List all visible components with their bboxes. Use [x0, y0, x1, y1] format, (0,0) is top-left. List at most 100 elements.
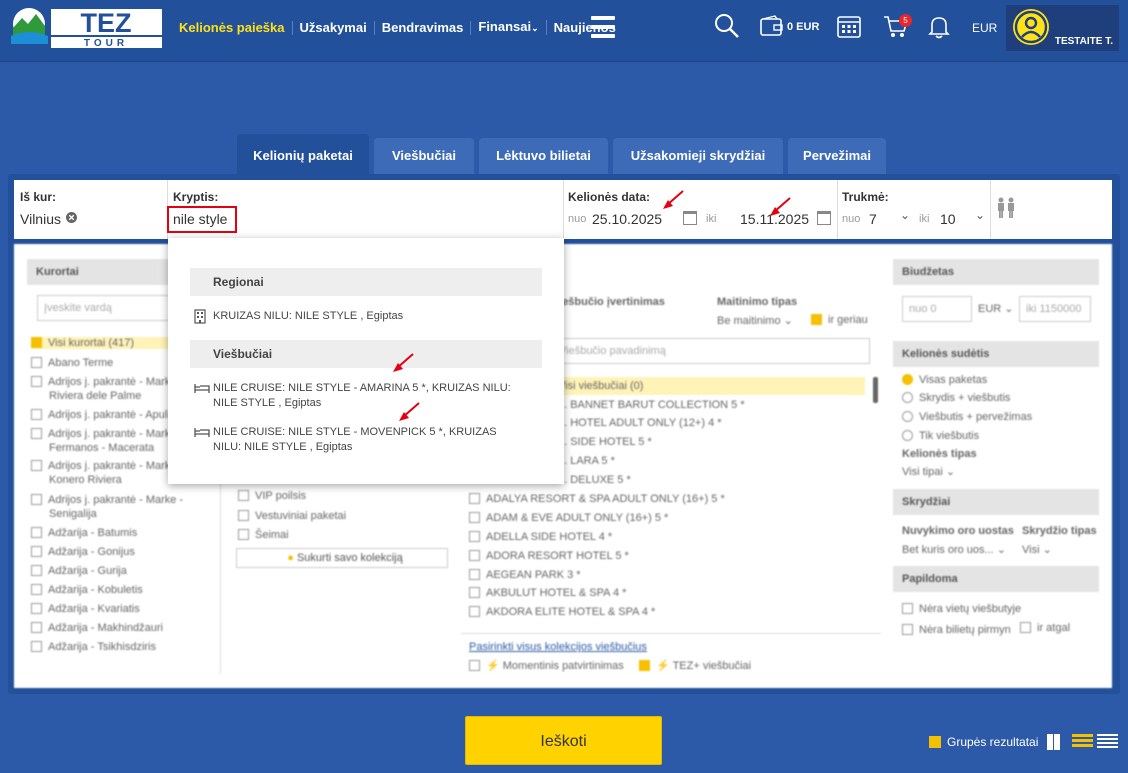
no-tickets-checkbox[interactable]: Nėra bilietų pirmyn	[902, 624, 1011, 636]
nav-item-communication[interactable]: Bendravimas	[375, 20, 472, 35]
tez-tour-logo[interactable]: TEZ TOUR	[8, 6, 162, 50]
tab-charter-flights[interactable]: Užsakomieji skrydžiai	[613, 138, 783, 174]
list-item[interactable]: AKBULUT HOTEL & SPA 4 *	[469, 587, 626, 599]
radio-hotel-transfer[interactable]: Viešbutis + pervežimas	[902, 411, 1032, 423]
wallet-icon[interactable]	[760, 15, 784, 37]
nav-item-finance[interactable]: Finansai⌄	[471, 20, 547, 35]
list-item[interactable]: Visi viešbučiai (0)	[558, 380, 643, 392]
from-value[interactable]: Vilnius	[20, 211, 61, 227]
list-item[interactable]: Adžarija - Tsikhisdziris	[31, 641, 156, 653]
list-item[interactable]: Vestuviniai paketai	[238, 510, 346, 522]
search-button[interactable]: Ieškoti	[465, 716, 662, 765]
calendar-icon[interactable]	[837, 14, 861, 38]
select-collection-link[interactable]: Pasirinkti visus kolekcijos viešbučius	[469, 641, 647, 653]
clear-icon[interactable]	[66, 212, 77, 223]
duration-label: Trukmė:	[842, 190, 889, 204]
create-collection-button[interactable]: ● Sukurti savo kolekciją	[236, 548, 448, 568]
tab-packages[interactable]: Kelionių paketai	[237, 134, 369, 174]
list-item[interactable]: Visi kurortai (417)	[31, 337, 171, 349]
list-item[interactable]: Adrijos j. pakrantė - Apulija	[31, 409, 178, 421]
list-item[interactable]: Adžarija - Kvariatis	[31, 603, 140, 615]
list-item[interactable]: ... BANNET BARUT COLLECTION 5 *	[558, 399, 745, 411]
list-item[interactable]: Adžarija - Kobuletis	[31, 584, 143, 596]
tab-hotels[interactable]: Viešbučiai	[374, 138, 474, 174]
list-item[interactable]: Adrijos j. pakrantė - Marke,	[31, 376, 179, 388]
view-grid-icon[interactable]	[1047, 734, 1068, 750]
list-item-label: Adžarija - Kobuletis	[48, 584, 143, 596]
hotel-list-scrollbar[interactable]	[873, 377, 878, 403]
list-item[interactable]: AEGEAN PARK 3 *	[469, 569, 581, 581]
budget-currency-select[interactable]: EUR ⌄	[978, 302, 1014, 315]
budget-to-input[interactable]: iki 1150000	[1019, 296, 1091, 322]
dropdown-region-item[interactable]: KRUIZAS NILU: NILE STYLE , Egiptas	[213, 309, 403, 324]
list-item[interactable]: Abano Terme	[31, 357, 113, 369]
tab-transfers[interactable]: Pervežimai	[788, 138, 886, 174]
dropdown-hotel-item[interactable]: NILE CRUISE: NILE STYLE - AMARINA 5 *, K…	[213, 381, 511, 411]
chevron-down-icon[interactable]: ⌄	[975, 208, 985, 222]
meal-better-checkbox[interactable]: ir geriau	[811, 314, 868, 326]
destination-dropdown: Regionai KRUIZAS NILU: NILE STYLE , Egip…	[168, 238, 564, 484]
bed-icon	[194, 384, 210, 393]
list-item-label: AKDORA ELITE HOTEL & SPA 4 *	[486, 606, 656, 618]
meal-select-value: Be maitinimo	[717, 315, 781, 327]
nav-item-orders[interactable]: Užsakymai	[293, 20, 375, 35]
list-item[interactable]: ... HOTEL ADULT ONLY (12+) 4 *	[558, 417, 722, 429]
instant-confirm-checkbox[interactable]: ⚡ Momentinis patvirtinimas	[469, 659, 624, 672]
bell-icon[interactable]	[928, 14, 950, 40]
dropdown-hotel-item[interactable]: NILE CRUISE: NILE STYLE - MOVENPICK 5 *,…	[213, 425, 497, 455]
currency-selector[interactable]: EUR	[972, 21, 997, 35]
menu-icon[interactable]	[591, 16, 615, 38]
duration-from-select[interactable]: 7	[869, 211, 877, 227]
list-item[interactable]: ... LARA 5 *	[558, 455, 615, 467]
radio-full-package[interactable]: Visas paketas	[902, 374, 987, 386]
list-item[interactable]: ... SIDE HOTEL 5 *	[558, 436, 652, 448]
checkbox-label: ir atgal	[1037, 622, 1071, 634]
list-item[interactable]: ADALYA RESORT & SPA ADULT ONLY (16+) 5 *	[469, 493, 725, 505]
search-icon[interactable]	[714, 13, 740, 39]
checkbox-label: Nėra vietų viešbutyje	[919, 603, 1022, 615]
list-item[interactable]: ADORA RESORT HOTEL 5 *	[469, 550, 629, 562]
list-item[interactable]: ... DELUXE 5 *	[558, 474, 631, 486]
list-item[interactable]: AKDORA ELITE HOTEL & SPA 4 *	[469, 606, 655, 618]
list-item[interactable]: Adžarija - Gonijus	[31, 546, 135, 558]
nav-item-trip-search[interactable]: Kelionės paieška	[172, 20, 293, 35]
calendar-icon[interactable]	[683, 211, 697, 225]
tezplus-checkbox[interactable]: ⚡ TEZ+ viešbučiai	[639, 659, 751, 672]
budget-from-input[interactable]: nuo 0	[902, 296, 972, 322]
list-item[interactable]: Adžarija - Batumis	[31, 527, 137, 539]
wallet-balance[interactable]: 0 EUR	[787, 21, 819, 33]
travelers-icon[interactable]	[996, 197, 1016, 219]
hotel-search-input[interactable]: Viešbučio pavadinimą	[552, 338, 870, 364]
list-item[interactable]: Adrijos j. pakrantė - Marke,	[31, 428, 179, 440]
airport-select[interactable]: Bet kuris oro uos... ⌄	[902, 543, 1006, 556]
list-item[interactable]: Adrijos j. pakrantė - Marke -	[31, 494, 183, 506]
from-label: Iš kur:	[20, 190, 57, 204]
list-item[interactable]: Šeimai	[238, 529, 289, 541]
list-item[interactable]: ADAM & EVE ADULT ONLY (16+) 5 *	[469, 512, 668, 524]
list-item-label: Adžarija - Kvariatis	[48, 603, 140, 615]
list-item[interactable]: Adžarija - Gurija	[31, 565, 127, 577]
return-checkbox[interactable]: ir atgal	[1020, 622, 1070, 634]
trip-type-select[interactable]: Visi tipai ⌄	[902, 465, 955, 478]
list-item[interactable]: Adrijos j. pakrantė - Marke,	[31, 460, 179, 472]
user-account[interactable]: TESTAITE T.	[1006, 5, 1119, 51]
list-item[interactable]: Adžarija - Makhindžauri	[31, 622, 163, 634]
duration-to-select[interactable]: 10	[940, 211, 956, 227]
list-item-label: Abano Terme	[48, 357, 114, 369]
flight-type-select[interactable]: Visi ⌄	[1022, 543, 1052, 556]
calendar-icon[interactable]	[817, 211, 831, 225]
radio-flight-hotel[interactable]: Skrydis + viešbutis	[902, 392, 1010, 404]
dropdown-hotel-line: NILU: NILE STYLE , Egiptas	[213, 441, 353, 453]
view-compact-icon[interactable]	[1097, 734, 1118, 750]
view-list-icon[interactable]	[1072, 734, 1093, 750]
list-item[interactable]: VIP poilsis	[238, 490, 306, 502]
date-from-input[interactable]: 25.10.2025	[592, 211, 662, 227]
radio-hotel-only[interactable]: Tik viešbutis	[902, 430, 979, 442]
date-to-prefix: iki	[706, 213, 717, 225]
no-hotel-places-checkbox[interactable]: Nėra vietų viešbutyje	[902, 603, 1021, 615]
tab-flights[interactable]: Lėktuvo bilietai	[479, 138, 608, 174]
meal-select[interactable]: Be maitinimo ⌄	[717, 314, 793, 327]
chevron-down-icon[interactable]: ⌄	[900, 208, 910, 222]
list-item[interactable]: ADELLA SIDE HOTEL 4 *	[469, 531, 612, 543]
group-results-checkbox[interactable]: Grupės rezultatai	[929, 735, 1038, 749]
